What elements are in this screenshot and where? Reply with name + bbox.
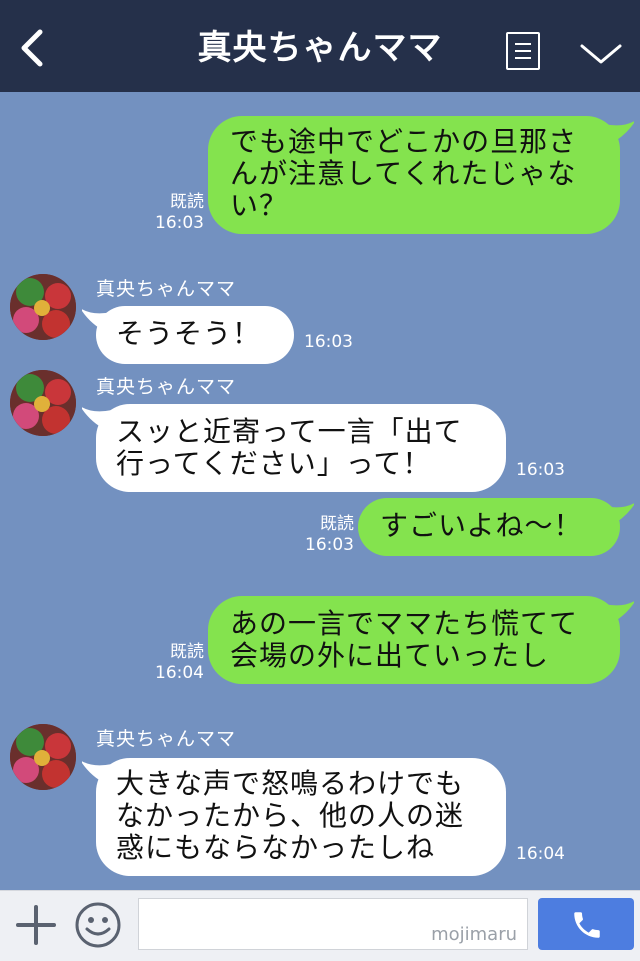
read-receipt: 既読 16:03 — [155, 192, 204, 233]
call-button[interactable] — [538, 898, 634, 950]
chat-header: 真央ちゃんママ — [0, 0, 640, 92]
message-input[interactable]: mojimaru — [138, 898, 528, 950]
sender-name: 真央ちゃんママ — [96, 376, 237, 398]
bubble-tail — [604, 601, 634, 624]
bubble-tail — [604, 503, 634, 526]
read-receipt: 既読 16:03 — [305, 514, 354, 555]
incoming-message-bubble[interactable]: 大きな声で怒鳴るわけでも なかったから、他の人の迷 惑にもならなかったしね — [96, 758, 506, 876]
message-time: 16:03 — [304, 332, 353, 352]
message-time: 16:03 — [516, 460, 565, 480]
phone-icon — [574, 912, 600, 938]
avatar[interactable] — [10, 274, 76, 340]
smiley-icon[interactable] — [74, 901, 122, 949]
chat-title: 真央ちゃんママ — [197, 28, 443, 68]
incoming-message-bubble[interactable]: そうそう！ — [96, 306, 294, 364]
chevron-down-icon[interactable] — [578, 38, 624, 68]
plus-icon[interactable] — [14, 903, 58, 947]
chat-area[interactable]: 既読 16:03 でも途中でどこかの旦那さ んが注意してくれたじゃな い？ 真央… — [0, 92, 640, 890]
outgoing-message-bubble[interactable]: あの一言でママたち慌てて 会場の外に出ていったし — [208, 596, 620, 684]
bubble-tail — [604, 121, 634, 144]
message-time: 16:04 — [516, 844, 565, 864]
outgoing-message-bubble[interactable]: でも途中でどこかの旦那さ んが注意してくれたじゃな い？ — [208, 116, 620, 234]
avatar[interactable] — [10, 370, 76, 436]
sender-name: 真央ちゃんママ — [96, 728, 237, 750]
avatar[interactable] — [10, 724, 76, 790]
incoming-message-bubble[interactable]: スッと近寄って一言「出て 行ってください」って！ — [96, 404, 506, 492]
watermark-text: mojimaru — [431, 924, 517, 945]
read-receipt: 既読 16:04 — [155, 642, 204, 683]
note-menu-icon[interactable] — [506, 32, 540, 70]
outgoing-message-bubble[interactable]: すごいよね〜！ — [358, 498, 620, 556]
sender-name: 真央ちゃんママ — [96, 278, 237, 300]
